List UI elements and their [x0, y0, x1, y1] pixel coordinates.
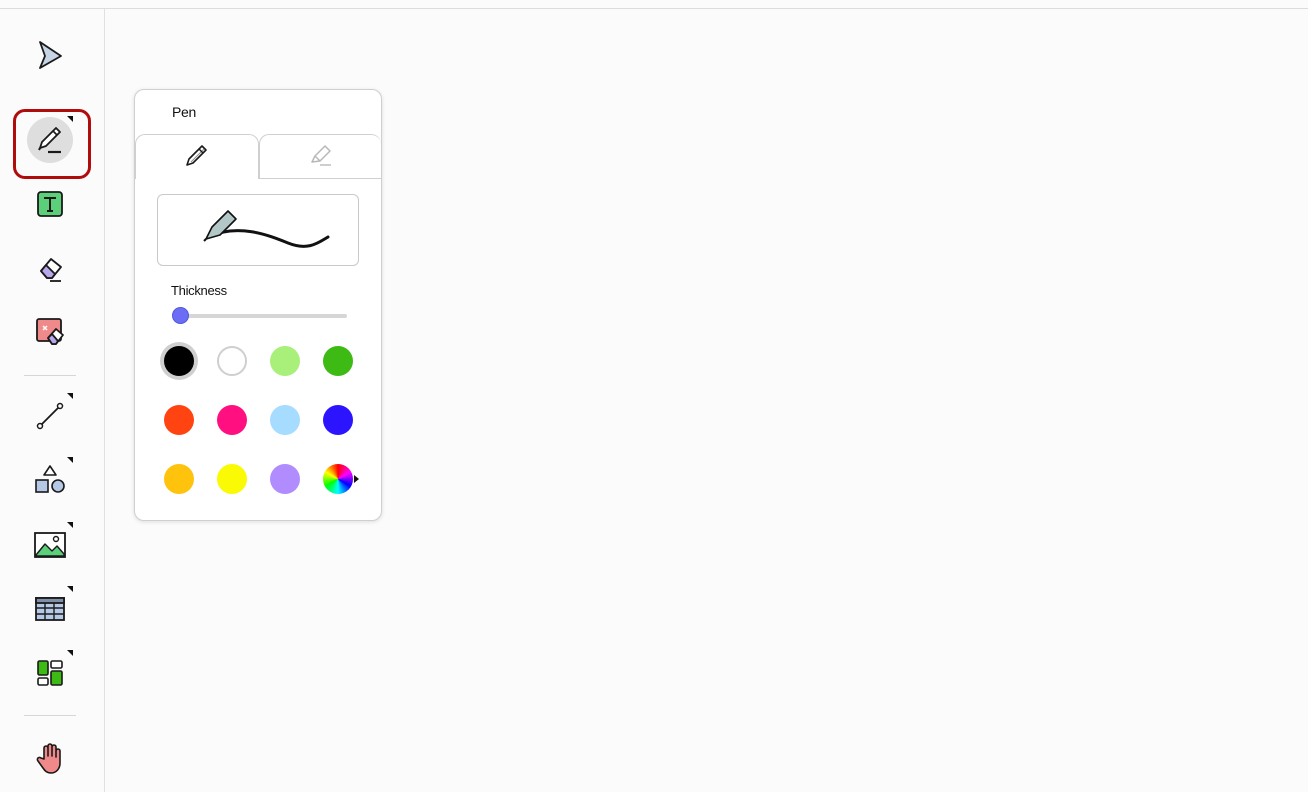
widgets-options-caret: [67, 650, 73, 656]
eraser-icon: [35, 253, 65, 283]
image-icon: [33, 530, 67, 560]
toolbar-divider: [24, 715, 76, 716]
color-swatch-custom[interactable]: [323, 464, 353, 494]
selected-tool-highlight: [13, 109, 91, 179]
pen-type-tabs: [135, 134, 381, 179]
image-options-caret: [67, 522, 73, 528]
select-arrow-icon: [36, 39, 64, 71]
eraser-tool-button[interactable]: [20, 243, 80, 293]
clear-shapes-icon: [34, 316, 66, 348]
color-swatch[interactable]: [164, 464, 194, 494]
tab-highlighter[interactable]: [259, 134, 381, 179]
text-tool-button[interactable]: [20, 179, 80, 229]
pen-options-panel: Pen Thickness: [134, 89, 382, 521]
tab-pen[interactable]: [135, 134, 259, 179]
text-icon: [36, 190, 64, 218]
table-options-caret: [67, 586, 73, 592]
left-toolbar: [0, 9, 105, 792]
color-swatch[interactable]: [217, 405, 247, 435]
shapes-options-caret: [67, 457, 73, 463]
clear-tool-button[interactable]: [20, 307, 80, 357]
highlighter-tab-icon: [307, 140, 335, 173]
color-swatch[interactable]: [164, 346, 194, 376]
thickness-slider-track[interactable]: [172, 314, 347, 318]
more-colors-arrow-icon: [354, 475, 359, 483]
panel-title: Pen: [172, 104, 197, 120]
shapes-icon: [33, 463, 67, 497]
widgets-icon: [35, 658, 65, 688]
stroke-preview: [157, 194, 359, 266]
color-swatch[interactable]: [164, 405, 194, 435]
line-options-caret: [67, 393, 73, 399]
line-icon: [34, 400, 66, 432]
pen-tab-icon: [183, 141, 211, 174]
stroke-preview-graphic: [203, 210, 330, 248]
color-swatch[interactable]: [217, 346, 247, 376]
color-swatch[interactable]: [270, 464, 300, 494]
color-swatch[interactable]: [270, 346, 300, 376]
thickness-slider-thumb[interactable]: [171, 307, 189, 324]
color-swatch[interactable]: [217, 464, 247, 494]
thickness-label: Thickness: [171, 283, 227, 298]
top-border: [0, 0, 1308, 9]
pan-tool-button[interactable]: [20, 733, 80, 783]
toolbar-divider: [24, 375, 76, 376]
hand-icon: [35, 741, 65, 775]
select-tool-button[interactable]: [20, 30, 80, 80]
color-swatch[interactable]: [270, 405, 300, 435]
color-swatch[interactable]: [323, 346, 353, 376]
table-icon: [34, 595, 66, 623]
color-swatch[interactable]: [323, 405, 353, 435]
